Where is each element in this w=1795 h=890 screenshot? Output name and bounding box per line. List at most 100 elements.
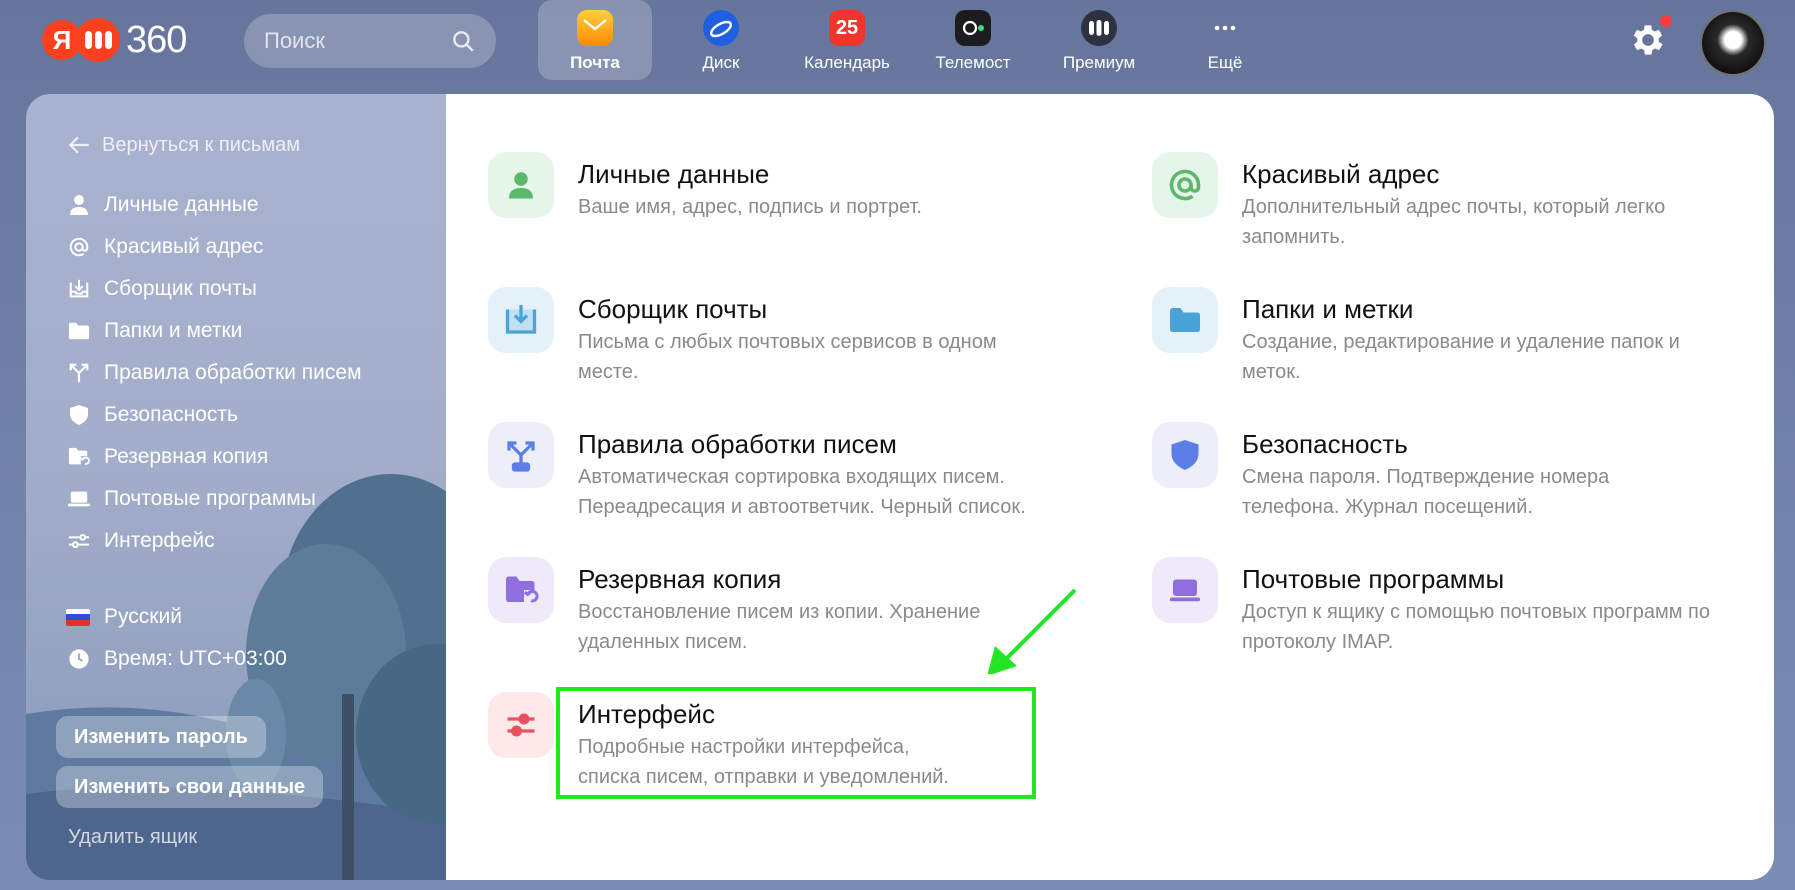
notification-dot xyxy=(1660,15,1672,27)
card-description: Дополнительный адрес почты, который легк… xyxy=(1242,196,1666,248)
inbox-download-icon xyxy=(66,276,92,302)
sidebar-item-rules[interactable]: Правила обработки писем xyxy=(66,352,362,394)
app-calendar-label: Календарь xyxy=(804,53,890,72)
card-collector[interactable]: Сборщик почты Письма с любых почтовых се… xyxy=(488,287,1048,387)
disk-icon xyxy=(703,10,739,46)
shield-icon xyxy=(66,402,92,428)
app-disk[interactable]: Диск xyxy=(664,0,778,80)
app-telemost[interactable]: Телемост xyxy=(916,0,1030,80)
shield-icon xyxy=(1152,422,1218,488)
russia-flag-icon xyxy=(66,608,90,626)
card-title: Почтовые программы xyxy=(1242,564,1505,594)
laptop-icon xyxy=(66,486,92,512)
sidebar-item-interface[interactable]: Интерфейс xyxy=(66,520,362,562)
card-title: Красивый адрес xyxy=(1242,159,1440,189)
sidebar-item-label: Правила обработки писем xyxy=(104,361,362,384)
timezone-selector[interactable]: Время: UTC+03:00 xyxy=(66,638,287,680)
more-icon xyxy=(1207,10,1243,46)
person-icon xyxy=(66,192,92,218)
logo-ya-icon: Я xyxy=(42,20,82,60)
language-label: Русский xyxy=(104,605,182,628)
sidebar-item-label: Папки и метки xyxy=(104,319,243,342)
delete-mailbox-link[interactable]: Удалить ящик xyxy=(68,826,197,849)
card-title: Резервная копия xyxy=(578,564,782,594)
card-title: Папки и метки xyxy=(1242,294,1414,324)
card-description: Письма с любых почтовых сервисов в одном… xyxy=(578,331,997,383)
split-arrows-icon xyxy=(488,422,554,488)
sidebar-item-collector[interactable]: Сборщик почты xyxy=(66,268,362,310)
annotation-arrow-icon xyxy=(987,588,1077,674)
sidebar-item-security[interactable]: Безопасность xyxy=(66,394,362,436)
inbox-download-icon xyxy=(488,287,554,353)
card-description: Создание, редактирование и удаление папо… xyxy=(1242,331,1680,383)
card-title: Личные данные xyxy=(578,159,770,189)
card-description: Смена пароля. Подтверждение номера телеф… xyxy=(1242,466,1610,518)
card-programs[interactable]: Почтовые программы Доступ к ящику с помо… xyxy=(1152,557,1712,657)
card-personal[interactable]: Личные данные Ваше имя, адрес, подпись и… xyxy=(488,152,1048,222)
app-disk-label: Диск xyxy=(702,53,740,72)
arrow-left-icon xyxy=(68,136,89,154)
search-icon[interactable] xyxy=(450,28,476,54)
backup-folder-icon xyxy=(488,557,554,623)
clock-icon xyxy=(66,646,92,672)
card-description: Ваше имя, адрес, подпись и портрет. xyxy=(578,196,922,218)
app-telemost-label: Телемост xyxy=(935,53,1011,72)
change-password-button[interactable]: Изменить пароль xyxy=(56,716,266,758)
sidebar-menu: Личные данные Красивый адрес Сборщик поч… xyxy=(66,184,362,562)
sidebar-item-address[interactable]: Красивый адрес xyxy=(66,226,362,268)
app-calendar[interactable]: 25 Календарь xyxy=(790,0,904,80)
avatar[interactable] xyxy=(1700,10,1766,76)
card-backup[interactable]: Резервная копия Восстановление писем из … xyxy=(488,557,1048,657)
app-more-label: Ещё xyxy=(1207,53,1243,72)
yandex-360-logo[interactable]: Я 360 xyxy=(42,18,187,62)
card-description: Автоматическая сортировка входящих писем… xyxy=(578,466,1026,518)
sidebar-item-folders[interactable]: Папки и метки xyxy=(66,310,362,352)
card-security[interactable]: Безопасность Смена пароля. Подтверждение… xyxy=(1152,422,1712,522)
back-to-mail-link[interactable]: Вернуться к письмам xyxy=(66,132,300,158)
premium-icon xyxy=(1081,10,1117,46)
at-icon xyxy=(1152,152,1218,218)
telemost-icon xyxy=(955,10,991,46)
app-mail-label: Почта xyxy=(570,53,620,72)
backup-folder-icon xyxy=(66,444,92,470)
card-rules[interactable]: Правила обработки писем Автоматическая с… xyxy=(488,422,1048,522)
card-title: Безопасность xyxy=(1242,429,1408,459)
app-premium[interactable]: Премиум xyxy=(1042,0,1156,80)
sidebar-item-label: Резервная копия xyxy=(104,445,269,468)
sidebar-item-label: Почтовые программы xyxy=(104,487,316,510)
sliders-icon xyxy=(66,528,92,554)
card-address[interactable]: Красивый адрес Дополнительный адрес почт… xyxy=(1152,152,1712,252)
card-title: Правила обработки писем xyxy=(578,429,897,459)
language-selector[interactable]: Русский xyxy=(66,596,287,638)
card-folders[interactable]: Папки и метки Создание, редактирование и… xyxy=(1152,287,1712,387)
mail-icon xyxy=(577,10,613,46)
sidebar-item-label: Сборщик почты xyxy=(104,277,257,300)
sidebar-item-personal[interactable]: Личные данные xyxy=(66,184,362,226)
app-switcher: Почта Диск 25 Календарь Телемост Премиум xyxy=(538,0,1294,80)
card-description: Восстановление писем из копии. Хранение … xyxy=(578,601,981,653)
sidebar-item-label: Интерфейс xyxy=(104,529,215,552)
folder-icon xyxy=(66,318,92,344)
laptop-icon xyxy=(1152,557,1218,623)
app-more[interactable]: Ещё xyxy=(1168,0,1282,80)
logo-360-icon xyxy=(76,18,120,62)
sidebar-locale: Русский Время: UTC+03:00 xyxy=(66,596,287,680)
settings-main-panel: Личные данные Ваше имя, адрес, подпись и… xyxy=(446,94,1774,880)
app-premium-label: Премиум xyxy=(1062,53,1136,72)
card-description: Доступ к ящику с помощью почтовых програ… xyxy=(1242,601,1710,653)
card-title: Сборщик почты xyxy=(578,294,768,324)
settings-sidebar: Вернуться к письмам Личные данные Красив… xyxy=(26,94,446,880)
calendar-icon: 25 xyxy=(829,10,865,46)
back-to-mail-label: Вернуться к письмам xyxy=(102,133,300,156)
logo-text: 360 xyxy=(126,18,187,61)
sidebar-item-programs[interactable]: Почтовые программы xyxy=(66,478,362,520)
folder-icon xyxy=(1152,287,1218,353)
highlight-box xyxy=(556,687,1036,799)
search-box[interactable] xyxy=(244,14,496,68)
sidebar-item-label: Безопасность xyxy=(104,403,238,426)
sidebar-item-backup[interactable]: Резервная копия xyxy=(66,436,362,478)
change-data-button[interactable]: Изменить свои данные xyxy=(56,766,324,808)
app-mail[interactable]: Почта xyxy=(538,0,652,80)
search-input[interactable] xyxy=(264,28,450,54)
sidebar-item-label: Личные данные xyxy=(104,193,259,216)
